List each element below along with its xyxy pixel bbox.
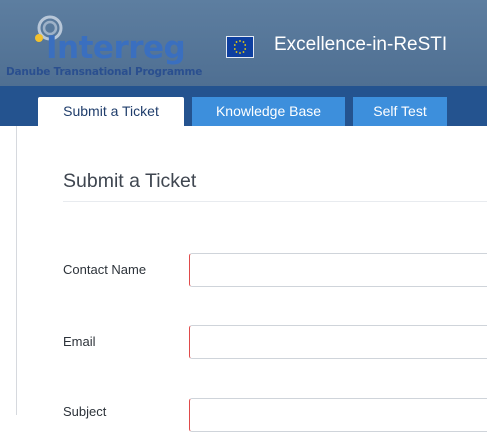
contact-name-field[interactable] <box>189 253 487 287</box>
site-title[interactable]: Excellence-in-ReSTI <box>274 34 447 56</box>
title-divider <box>63 201 487 202</box>
page-title: Submit a Ticket <box>63 170 197 192</box>
email-label: Email <box>63 334 96 349</box>
content-border <box>16 126 17 415</box>
eu-flag-icon <box>226 36 254 58</box>
interreg-logo[interactable]: Interreg Danube Transnational Programme <box>4 8 254 80</box>
tab-self-test[interactable]: Self Test <box>353 97 447 126</box>
tab-knowledge-base[interactable]: Knowledge Base <box>192 97 345 126</box>
logo-word: Interreg <box>46 30 186 66</box>
logo-subtitle: Danube Transnational Programme <box>6 66 203 78</box>
subject-field[interactable] <box>189 398 487 432</box>
site-header: Interreg Danube Transnational Programme <box>0 0 487 86</box>
contact-name-label: Contact Name <box>63 262 147 277</box>
subject-label: Subject <box>63 404 107 419</box>
email-field[interactable] <box>189 325 487 359</box>
tab-submit-ticket[interactable]: Submit a Ticket <box>38 97 184 126</box>
